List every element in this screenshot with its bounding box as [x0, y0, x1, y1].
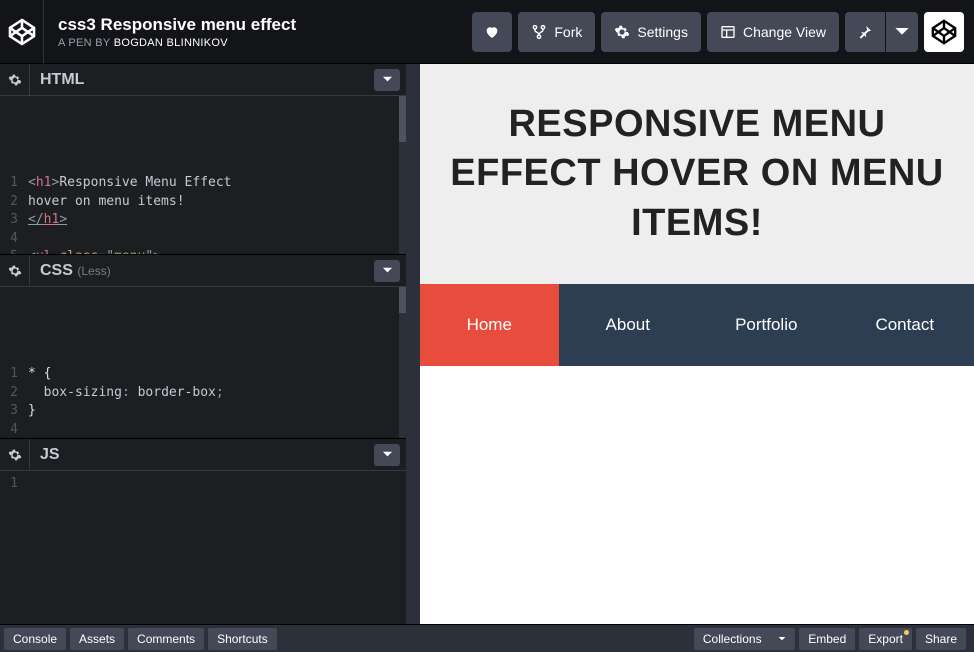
preview-heading: RESPONSIVE MENU EFFECT HOVER ON MENU ITE…: [420, 64, 974, 284]
collections-button[interactable]: Collections: [694, 628, 795, 650]
js-editor: JS 1: [0, 438, 406, 624]
settings-label: Settings: [637, 24, 688, 40]
pen-subtitle: A PEN BY Bogdan Blinnikov: [58, 37, 458, 49]
change-view-label: Change View: [743, 24, 826, 40]
preview-pane: RESPONSIVE MENU EFFECT HOVER ON MENU ITE…: [420, 64, 974, 624]
editors-pane: HTML 1<h1>Responsive Menu Effect 2hover …: [0, 64, 406, 624]
html-code-area[interactable]: 1<h1>Responsive Menu Effect 2hover on me…: [0, 96, 406, 254]
js-settings-button[interactable]: [0, 439, 30, 470]
layout-icon: [720, 24, 736, 40]
html-editor-header: HTML: [0, 64, 406, 96]
js-editor-title: JS: [30, 446, 374, 464]
css-collapse-button[interactable]: [374, 260, 400, 282]
preview-menu-item-contact[interactable]: Contact: [836, 284, 974, 366]
pin-button[interactable]: [845, 12, 885, 52]
html-scrollbar[interactable]: [399, 96, 406, 142]
css-code-area[interactable]: 1* {2 box-sizing: border-box;3}45@import…: [0, 287, 406, 438]
fork-icon: [531, 24, 547, 40]
assets-button[interactable]: Assets: [70, 628, 124, 650]
profile-button[interactable]: [924, 12, 964, 52]
chevron-down-icon: [382, 449, 393, 460]
comments-button[interactable]: Comments: [128, 628, 204, 650]
embed-button[interactable]: Embed: [799, 628, 855, 650]
pin-icon: [857, 24, 873, 40]
gear-icon: [8, 73, 22, 87]
export-button[interactable]: Export: [859, 628, 912, 650]
css-editor-title: CSS (Less): [30, 262, 374, 280]
codepen-logo[interactable]: [0, 0, 44, 64]
export-dot: [904, 630, 909, 635]
heart-icon: [484, 24, 500, 40]
chevron-down-icon: [778, 635, 786, 643]
js-editor-header: JS: [0, 439, 406, 471]
html-settings-button[interactable]: [0, 64, 30, 95]
pin-split-button: [845, 12, 918, 52]
preview-body: [420, 366, 974, 624]
vertical-resize-handle[interactable]: [406, 64, 420, 624]
css-editor-header: CSS (Less): [0, 255, 406, 287]
gear-icon: [8, 448, 22, 462]
shortcuts-button[interactable]: Shortcuts: [208, 628, 277, 650]
gear-icon: [614, 24, 630, 40]
console-button[interactable]: Console: [4, 628, 66, 650]
pen-title: css3 Responsive menu effect: [58, 15, 458, 35]
top-header: css3 Responsive menu effect A PEN BY Bog…: [0, 0, 974, 64]
preview-menu-item-about[interactable]: About: [559, 284, 698, 366]
html-collapse-button[interactable]: [374, 69, 400, 91]
heart-button[interactable]: [472, 12, 512, 52]
css-editor: CSS (Less) 1* {2 box-sizing: border-box;…: [0, 254, 406, 438]
chevron-down-icon: [894, 24, 910, 40]
bottom-footer: Console Assets Comments Shortcuts Collec…: [0, 624, 974, 652]
title-block: css3 Responsive menu effect A PEN BY Bog…: [44, 15, 472, 49]
css-scrollbar[interactable]: [399, 287, 406, 313]
main-area: HTML 1<h1>Responsive Menu Effect 2hover …: [0, 64, 974, 624]
fork-label: Fork: [554, 24, 582, 40]
settings-button[interactable]: Settings: [601, 12, 701, 52]
preview-menu-item-home[interactable]: Home: [420, 284, 559, 366]
js-code-area[interactable]: 1: [0, 471, 406, 624]
top-toolbar: Fork Settings Change View: [472, 12, 968, 52]
change-view-button[interactable]: Change View: [707, 12, 839, 52]
codepen-avatar-icon: [931, 19, 957, 45]
css-settings-button[interactable]: [0, 255, 30, 286]
chevron-down-icon: [382, 265, 393, 276]
preview-menu-item-portfolio[interactable]: Portfolio: [697, 284, 836, 366]
js-collapse-button[interactable]: [374, 444, 400, 466]
gear-icon: [8, 264, 22, 278]
html-editor: HTML 1<h1>Responsive Menu Effect 2hover …: [0, 64, 406, 254]
chevron-down-icon: [382, 74, 393, 85]
html-editor-title: HTML: [30, 71, 374, 89]
pin-chevron-button[interactable]: [886, 12, 918, 52]
share-button[interactable]: Share: [916, 628, 966, 650]
codepen-logo-icon: [8, 18, 36, 46]
fork-button[interactable]: Fork: [518, 12, 595, 52]
preview-menu: HomeAboutPortfolioContact: [420, 284, 974, 366]
